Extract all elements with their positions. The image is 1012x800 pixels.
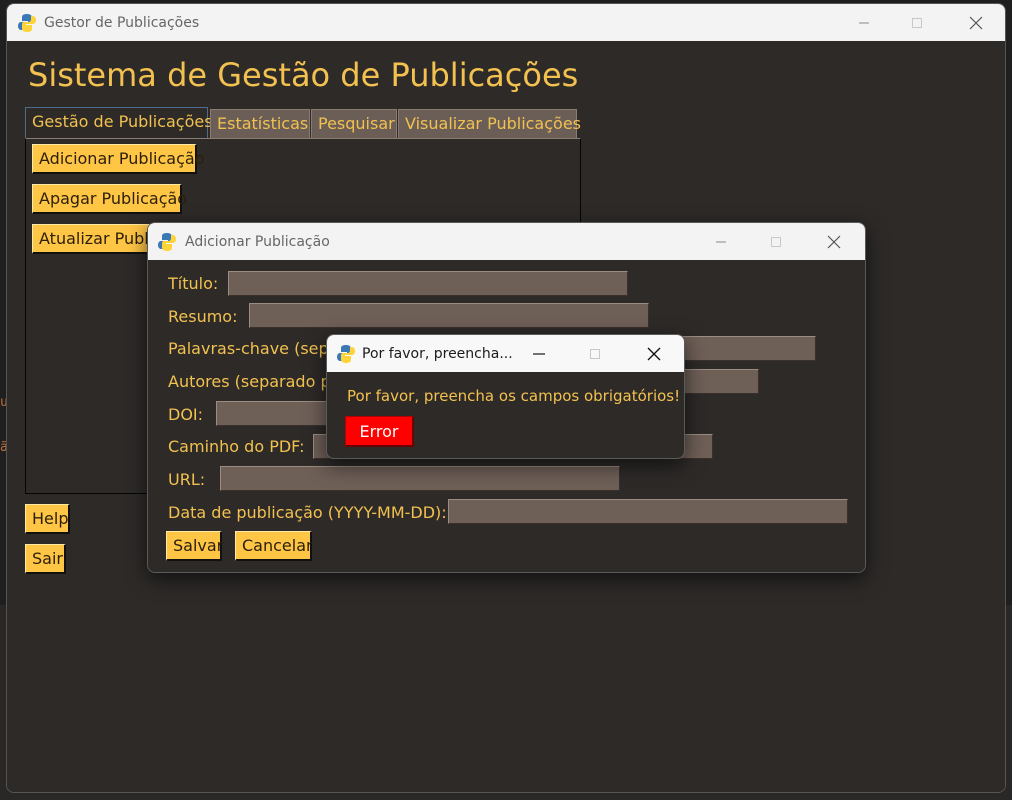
url-field[interactable]	[220, 466, 620, 491]
maximize-icon	[590, 348, 600, 359]
cancel-button[interactable]: Cancelar	[235, 531, 313, 561]
error-button[interactable]: Error	[345, 416, 414, 447]
publication-date-field[interactable]	[448, 499, 848, 524]
maximize-icon	[912, 17, 922, 28]
alert-message: Por favor, preencha os campos obrigatóri…	[347, 387, 681, 405]
add-publication-button[interactable]: Adicionar Publicação	[32, 144, 204, 174]
maximize-icon	[771, 236, 781, 247]
resumo-label: Resumo:	[168, 307, 238, 326]
minimize-icon	[859, 22, 869, 23]
close-icon	[647, 347, 661, 360]
dialog-title: Adicionar Publicação	[185, 233, 330, 250]
close-icon	[969, 16, 983, 29]
exit-button[interactable]: Sair	[25, 544, 66, 574]
help-button[interactable]: Help	[25, 504, 70, 534]
tab-visualizar[interactable]: Visualizar Publicações	[398, 109, 581, 138]
main-titlebar[interactable]: Gestor de Publicações	[7, 4, 1005, 41]
required-fields-dialog: Por favor, preencha... Por favor, preenc…	[326, 334, 685, 459]
python-icon	[337, 344, 355, 364]
titulo-label: Título:	[168, 274, 219, 293]
url-label: URL:	[168, 470, 206, 489]
close-button[interactable]	[631, 335, 677, 372]
resumo-field[interactable]	[249, 303, 649, 328]
alert-content: Por favor, preencha os campos obrigatóri…	[327, 372, 684, 458]
python-icon	[158, 232, 176, 252]
minimize-button[interactable]	[516, 335, 562, 372]
titulo-field[interactable]	[228, 271, 628, 296]
close-button[interactable]	[811, 223, 857, 260]
delete-publication-button[interactable]: Apagar Publicação	[32, 184, 187, 214]
tab-estatisticas[interactable]: Estatísticas	[210, 109, 310, 138]
minimize-icon	[533, 352, 545, 355]
save-button[interactable]: Salvar	[166, 531, 223, 561]
page-title: Sistema de Gestão de Publicações	[28, 56, 579, 94]
doi-label: DOI:	[168, 405, 204, 424]
tab-gestao[interactable]: Gestão de Publicações	[25, 107, 213, 139]
dialog-titlebar[interactable]: Adicionar Publicação	[148, 223, 865, 260]
minimize-button[interactable]	[841, 4, 887, 41]
maximize-button[interactable]	[572, 335, 618, 372]
close-button[interactable]	[953, 4, 999, 41]
minimize-button[interactable]	[698, 223, 744, 260]
tab-pesquisar[interactable]: Pesquisar	[311, 109, 397, 138]
pdf-path-label: Caminho do PDF:	[168, 437, 305, 456]
main-window-title: Gestor de Publicações	[44, 14, 200, 31]
alert-titlebar[interactable]: Por favor, preencha...	[327, 335, 684, 372]
maximize-button[interactable]	[894, 4, 940, 41]
close-icon	[827, 235, 841, 248]
maximize-button[interactable]	[753, 223, 799, 260]
publication-date-label: Data de publicação (YYYY-MM-DD):	[168, 503, 447, 522]
python-icon	[18, 13, 36, 33]
alert-title: Por favor, preencha...	[362, 345, 513, 362]
minimize-icon	[716, 241, 726, 242]
